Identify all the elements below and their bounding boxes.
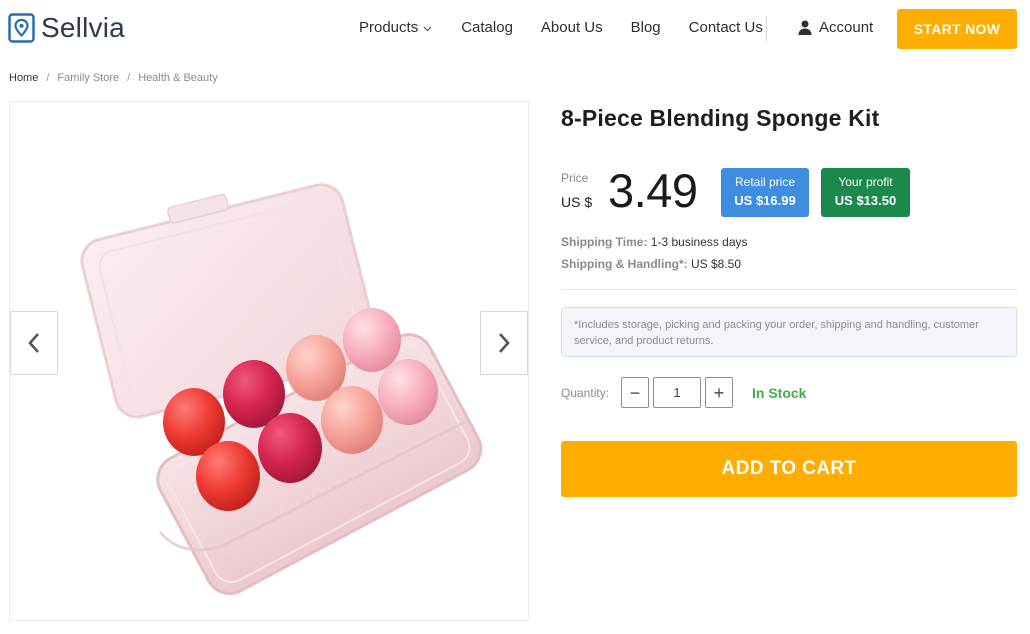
quantity-input[interactable] xyxy=(653,377,701,408)
shipping-handling-label: Shipping & Handling*: xyxy=(561,257,688,271)
nav-products[interactable]: Products xyxy=(359,19,432,37)
stock-status: In Stock xyxy=(752,385,807,401)
profit-badge: Your profit US $13.50 xyxy=(821,168,910,217)
add-to-cart-button[interactable]: ADD TO CART xyxy=(561,441,1017,497)
chevron-down-icon xyxy=(423,26,432,32)
product-gallery xyxy=(9,101,529,621)
gallery-prev-button[interactable] xyxy=(10,311,58,375)
shipping-note: *Includes storage, picking and packing y… xyxy=(561,307,1017,357)
quantity-increase-button[interactable]: + xyxy=(705,377,733,408)
main-nav: Products Catalog About Us Blog Contact U… xyxy=(359,19,763,37)
price-label: Price xyxy=(561,171,589,185)
site-header: Sellvia Products Catalog About Us Blog C… xyxy=(0,0,1030,58)
product-image xyxy=(80,183,483,595)
chevron-left-icon xyxy=(28,333,39,353)
shipping-time: Shipping Time: 1-3 business days xyxy=(561,235,748,249)
nav-catalog[interactable]: Catalog xyxy=(461,19,513,37)
retail-price-label: Retail price xyxy=(734,175,796,189)
nav-products-label: Products xyxy=(359,19,419,36)
gallery-next-button[interactable] xyxy=(480,311,528,375)
price-currency: US $ xyxy=(561,194,593,210)
nav-contact-us[interactable]: Contact Us xyxy=(689,19,763,37)
shipping-time-value: 1-3 business days xyxy=(650,235,748,249)
breadcrumb-separator: / xyxy=(127,72,131,84)
shipping-time-label: Shipping Time: xyxy=(561,235,648,249)
quantity-label: Quantity: xyxy=(561,386,610,400)
nav-blog[interactable]: Blog xyxy=(631,19,661,37)
logo[interactable]: Sellvia xyxy=(8,13,125,43)
start-now-button[interactable]: START NOW xyxy=(897,9,1017,49)
nav-about-us[interactable]: About Us xyxy=(541,19,603,37)
logo-text: Sellvia xyxy=(41,12,125,43)
profit-label: Your profit xyxy=(838,175,893,189)
breadcrumb: Home / Family Store / Health & Beauty xyxy=(9,72,218,84)
quantity-decrease-button[interactable]: − xyxy=(621,377,649,408)
location-pin-icon xyxy=(8,13,35,43)
nav-divider xyxy=(766,16,767,41)
account-link[interactable]: Account xyxy=(798,19,873,36)
chevron-right-icon xyxy=(499,333,510,353)
account-label: Account xyxy=(819,19,874,36)
breadcrumb-family-store[interactable]: Family Store xyxy=(57,72,119,84)
breadcrumb-home[interactable]: Home xyxy=(9,72,38,84)
breadcrumb-health-beauty[interactable]: Health & Beauty xyxy=(138,72,218,84)
shipping-handling-value: US $8.50 xyxy=(691,257,742,271)
info-divider xyxy=(561,289,1017,290)
retail-price-value: US $16.99 xyxy=(734,193,796,208)
price-value: 3.49 xyxy=(608,164,698,217)
user-icon xyxy=(798,20,812,35)
profit-value: US $13.50 xyxy=(834,193,897,208)
breadcrumb-separator: / xyxy=(46,72,50,84)
shipping-handling: Shipping & Handling*: US $8.50 xyxy=(561,257,741,271)
retail-price-badge: Retail price US $16.99 xyxy=(721,168,809,217)
product-title: 8-Piece Blending Sponge Kit xyxy=(561,105,880,131)
